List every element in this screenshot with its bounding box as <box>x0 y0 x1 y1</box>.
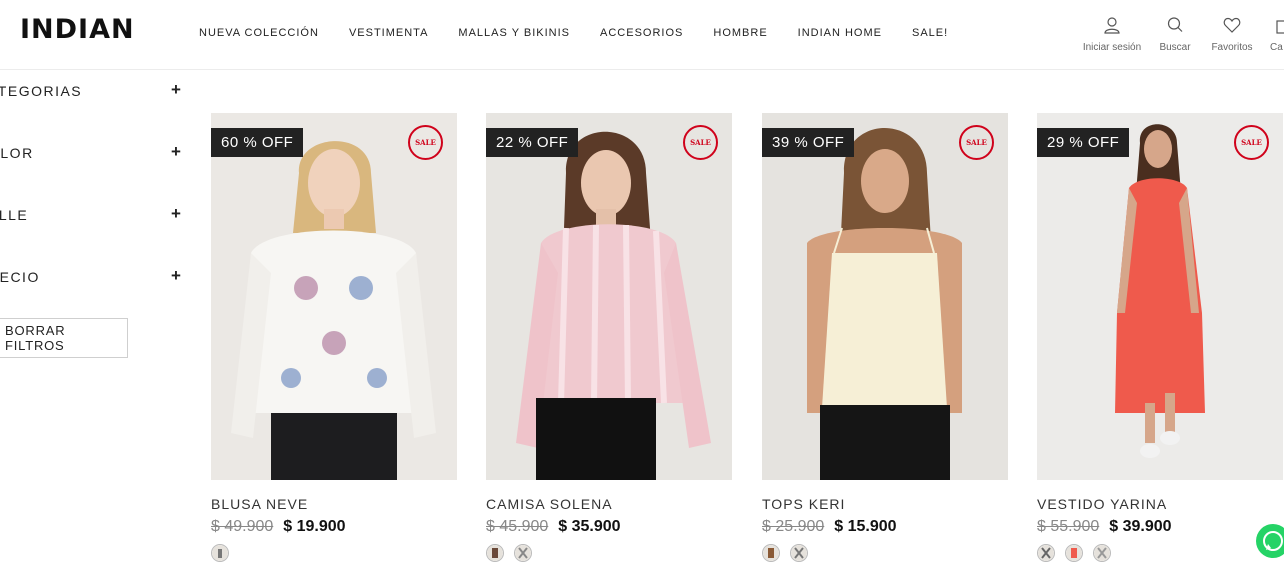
swatch-thumb <box>763 545 779 561</box>
brand-logo[interactable]: INDIAN <box>20 14 135 45</box>
color-swatch[interactable] <box>1093 544 1111 562</box>
sale-badge: SALE <box>959 125 994 160</box>
product-card: 39 % OFF SALE TOPS KERI $ 25.900 $ 15.900 <box>762 113 1008 562</box>
filter-label: OLOR <box>0 145 34 161</box>
sale-badge: SALE <box>408 125 443 160</box>
product-name[interactable]: BLUSA NEVE <box>211 496 457 512</box>
discount-badge: 39 % OFF <box>762 128 855 157</box>
plus-icon: + <box>171 266 181 285</box>
product-photo <box>211 113 457 480</box>
product-prices: $ 45.900 $ 35.900 <box>486 518 732 536</box>
original-price: $ 45.900 <box>486 518 549 535</box>
product-photo <box>1037 113 1283 480</box>
nav-vestimenta[interactable]: VESTIMENTA <box>349 27 428 39</box>
color-swatch[interactable] <box>486 544 504 562</box>
color-swatch[interactable] <box>1037 544 1055 562</box>
filter-categorias[interactable]: ATEGORIAS + <box>0 80 188 103</box>
swatch-thumb <box>487 545 503 561</box>
sale-price: $ 19.900 <box>283 518 346 535</box>
whatsapp-button[interactable] <box>1256 524 1284 558</box>
discount-badge: 60 % OFF <box>211 128 304 157</box>
filter-label: ALLE <box>0 207 29 223</box>
product-name[interactable]: VESTIDO YARINA <box>1037 496 1283 512</box>
product-image[interactable]: 60 % OFF SALE <box>211 113 457 480</box>
product-photo <box>486 113 732 480</box>
sale-badge: SALE <box>683 125 718 160</box>
swatch-thumb <box>791 545 807 561</box>
product-image[interactable]: 39 % OFF SALE <box>762 113 1008 480</box>
product-card: 22 % OFF SALE CAMISA SOLENA $ 45.900 $ 35… <box>486 113 732 562</box>
product-image[interactable]: 29 % OFF SALE <box>1037 113 1283 480</box>
product-card: 60 % OFF SALE BLUSA NEVE $ 49.900 $ 19.90… <box>211 113 457 562</box>
filter-label: RECIO <box>0 269 40 285</box>
filter-precio[interactable]: RECIO + <box>0 266 188 289</box>
clear-filters-button[interactable]: BORRAR FILTROS <box>0 318 128 358</box>
product-prices: $ 25.900 $ 15.900 <box>762 518 1008 536</box>
original-price: $ 55.900 <box>1037 518 1100 535</box>
product-name[interactable]: CAMISA SOLENA <box>486 496 732 512</box>
cart-icon <box>1276 20 1284 34</box>
heart-icon <box>1223 17 1241 33</box>
site-header: INDIAN NUEVA COLECCIÓN VESTIMENTA MALLAS… <box>0 0 1284 70</box>
color-swatches <box>211 544 457 562</box>
discount-badge: 22 % OFF <box>486 128 579 157</box>
filter-color[interactable]: OLOR + <box>0 142 188 165</box>
nav-hombre[interactable]: HOMBRE <box>713 27 767 39</box>
swatch-thumb <box>1038 545 1054 561</box>
product-prices: $ 49.900 $ 19.900 <box>211 518 457 536</box>
product-name[interactable]: TOPS KERI <box>762 496 1008 512</box>
filter-label: ATEGORIAS <box>0 83 83 99</box>
product-card: 29 % OFF SALE VESTIDO YARINA $ 55.900 $ 3… <box>1037 113 1283 562</box>
search-icon <box>1167 17 1183 32</box>
product-image[interactable]: 22 % OFF SALE <box>486 113 732 480</box>
nav-indian-home[interactable]: INDIAN HOME <box>798 27 882 39</box>
swatch-thumb <box>515 545 531 561</box>
login-button[interactable]: Iniciar sesión <box>1077 16 1147 53</box>
product-photo <box>762 113 1008 480</box>
color-swatches <box>486 544 732 562</box>
product-prices: $ 55.900 $ 39.900 <box>1037 518 1283 536</box>
filter-talle[interactable]: ALLE + <box>0 204 188 227</box>
color-swatches <box>762 544 1008 562</box>
color-swatch[interactable] <box>762 544 780 562</box>
sale-price: $ 15.900 <box>834 518 897 535</box>
plus-icon: + <box>171 80 181 99</box>
swatch-thumb <box>1094 545 1110 561</box>
color-swatch[interactable] <box>790 544 808 562</box>
swatch-thumb <box>1066 545 1082 561</box>
user-icon <box>1104 17 1120 34</box>
sale-badge: SALE <box>1234 125 1269 160</box>
original-price: $ 25.900 <box>762 518 825 535</box>
color-swatch[interactable] <box>211 544 229 562</box>
swatch-thumb <box>212 545 228 561</box>
main-nav: NUEVA COLECCIÓN VESTIMENTA MALLAS Y BIKI… <box>199 27 978 39</box>
plus-icon: + <box>171 204 181 223</box>
plus-icon: + <box>171 142 181 161</box>
color-swatch[interactable] <box>514 544 532 562</box>
whatsapp-icon <box>1263 531 1283 551</box>
login-label: Iniciar sesión <box>1082 42 1142 53</box>
nav-sale[interactable]: SALE! <box>912 27 948 39</box>
nav-mallas-bikinis[interactable]: MALLAS Y BIKINIS <box>458 27 570 39</box>
sale-price: $ 39.900 <box>1109 518 1172 535</box>
original-price: $ 49.900 <box>211 518 274 535</box>
sale-price: $ 35.900 <box>558 518 621 535</box>
color-swatch[interactable] <box>1065 544 1083 562</box>
nav-nueva-coleccion[interactable]: NUEVA COLECCIÓN <box>199 27 319 39</box>
cart-label: Ca <box>1270 42 1283 53</box>
discount-badge: 29 % OFF <box>1037 128 1130 157</box>
nav-accesorios[interactable]: ACCESORIOS <box>600 27 683 39</box>
color-swatches <box>1037 544 1283 562</box>
cart-button[interactable]: Ca <box>1250 16 1284 53</box>
